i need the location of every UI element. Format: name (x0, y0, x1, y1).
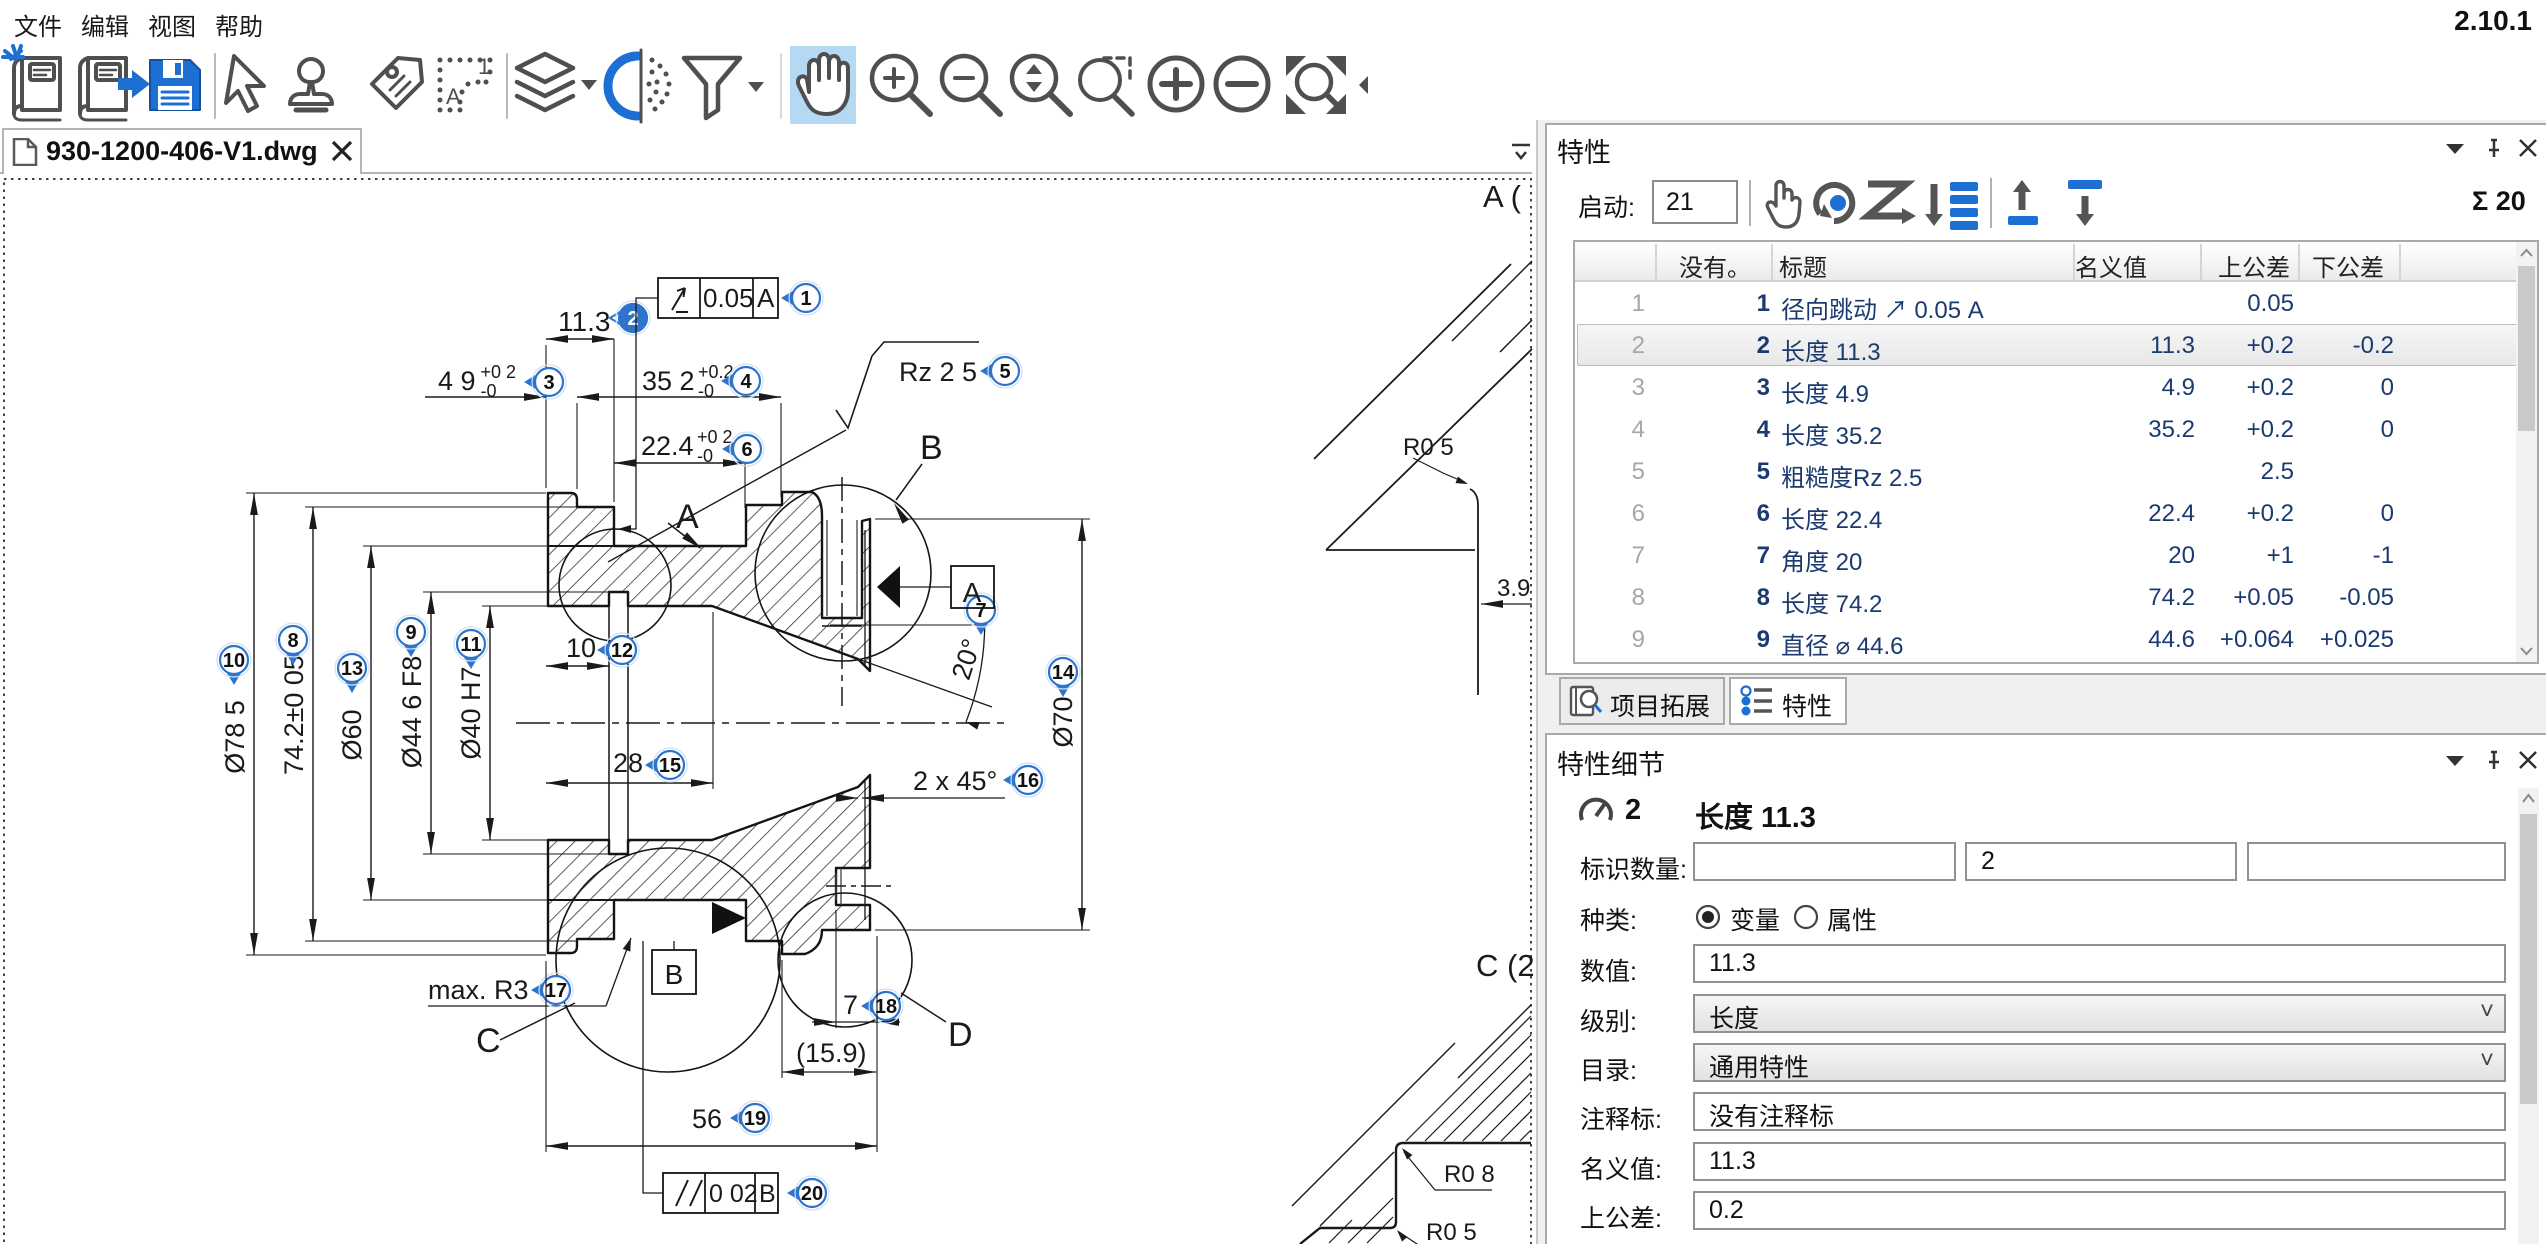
svg-text:9: 9 (405, 622, 416, 644)
svg-text:R0 5: R0 5 (1403, 434, 1454, 461)
svg-text:C: C (476, 1022, 501, 1060)
svg-text:R0 8: R0 8 (1444, 1161, 1495, 1188)
svg-text:A (: A ( (1483, 179, 1522, 214)
svg-text:(15.9): (15.9) (796, 1038, 867, 1068)
svg-text:3.9: 3.9 (1497, 575, 1530, 602)
svg-text:6: 6 (741, 439, 752, 461)
svg-text:11.3: 11.3 (558, 306, 610, 337)
svg-text:12: 12 (611, 640, 633, 662)
svg-text:10: 10 (223, 650, 245, 672)
svg-text:-0: -0 (481, 381, 497, 401)
svg-text:R0 5: R0 5 (1426, 1219, 1477, 1244)
svg-text:Ø60: Ø60 (337, 709, 367, 760)
svg-text:19: 19 (744, 1108, 766, 1130)
svg-text:11: 11 (460, 634, 481, 656)
svg-text:Rz 2 5: Rz 2 5 (899, 357, 977, 387)
svg-text:7: 7 (843, 990, 858, 1020)
svg-text:B: B (665, 959, 684, 990)
svg-text:22.4: 22.4 (641, 431, 694, 461)
svg-text:28: 28 (613, 748, 643, 778)
svg-text:Ø78 5: Ø78 5 (220, 700, 250, 774)
svg-text:D: D (948, 1016, 973, 1054)
svg-text:max. R3: max. R3 (428, 975, 529, 1005)
svg-text:Ø70: Ø70 (1048, 696, 1078, 747)
svg-text:8: 8 (287, 630, 298, 652)
svg-text:3: 3 (543, 372, 554, 394)
svg-text:Ø40 H7: Ø40 H7 (456, 666, 486, 759)
svg-text:20: 20 (801, 1183, 823, 1205)
svg-text:13: 13 (341, 658, 363, 680)
svg-text:17: 17 (545, 980, 567, 1002)
svg-text:B: B (759, 1180, 776, 1208)
svg-text:0 02: 0 02 (709, 1180, 758, 1208)
svg-text:4 9: 4 9 (438, 366, 476, 396)
svg-text:0.05: 0.05 (703, 283, 754, 313)
svg-text:+0 2: +0 2 (481, 362, 517, 382)
svg-text:4: 4 (740, 371, 752, 393)
svg-text:C (2: C (2 (1476, 948, 1535, 983)
svg-text:2: 2 (627, 308, 638, 330)
svg-text:-0: -0 (697, 446, 713, 466)
svg-text:14: 14 (1052, 662, 1075, 684)
svg-text:35 2: 35 2 (642, 366, 695, 396)
svg-text:-0: -0 (698, 381, 714, 401)
svg-text:+0 2: +0 2 (697, 427, 733, 447)
svg-text:B: B (920, 429, 943, 467)
svg-text:A: A (963, 577, 982, 608)
svg-text:18: 18 (875, 996, 897, 1018)
svg-text:1: 1 (478, 54, 490, 79)
svg-text:56: 56 (692, 1104, 722, 1134)
svg-text:1: 1 (800, 288, 811, 310)
svg-text:2 x 45°: 2 x 45° (913, 766, 997, 796)
svg-text:16: 16 (1017, 770, 1039, 792)
svg-text:74.2±0 05: 74.2±0 05 (279, 655, 309, 775)
svg-text:A: A (676, 498, 699, 536)
svg-text:20°: 20° (946, 635, 987, 683)
svg-text:A: A (757, 283, 775, 313)
svg-text:15: 15 (659, 755, 681, 777)
svg-text:A: A (446, 84, 461, 109)
svg-text:Ø44 6 F8: Ø44 6 F8 (397, 656, 427, 769)
svg-text:10: 10 (566, 633, 596, 663)
svg-text:5: 5 (999, 361, 1010, 383)
